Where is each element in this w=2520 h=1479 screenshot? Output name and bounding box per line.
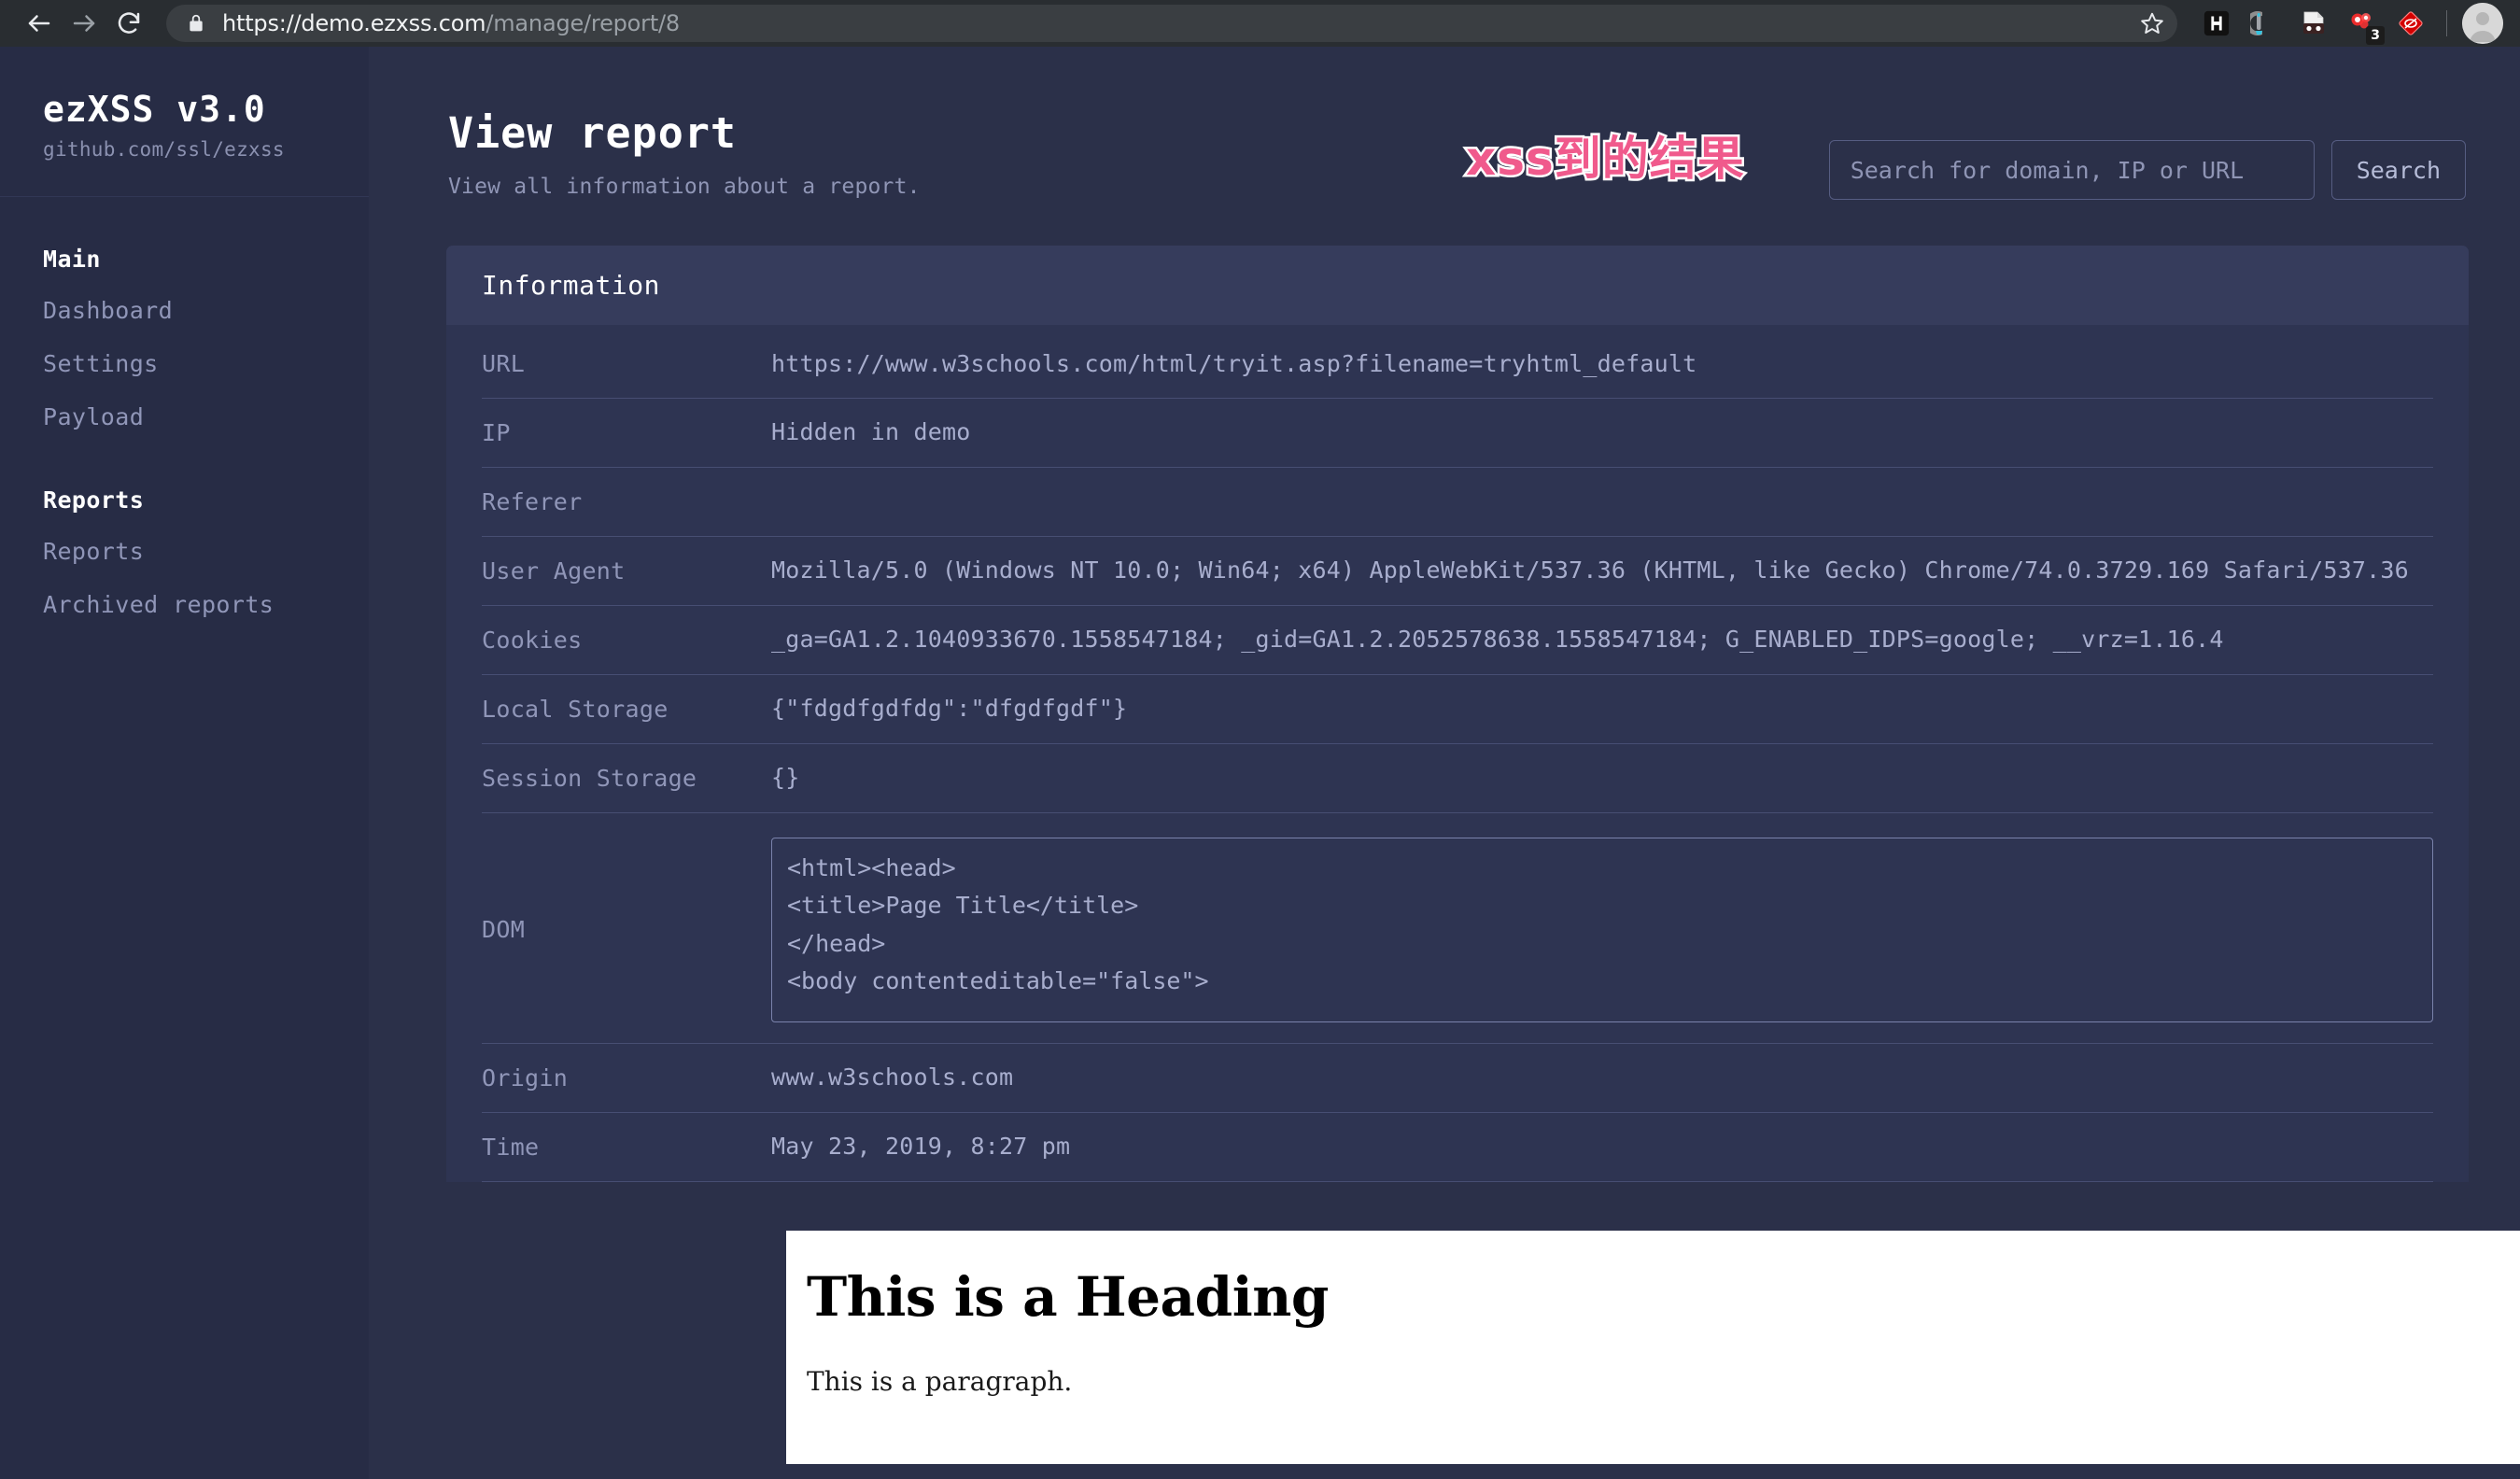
row-label-referer: Referer <box>482 487 583 515</box>
profile-avatar[interactable] <box>2462 3 2503 44</box>
row-label-origin: Origin <box>482 1063 569 1092</box>
back-arrow-icon <box>25 9 53 37</box>
table-row: Local Storage {"fdgdfgdfdg":"dfgdfgdf"} <box>482 675 2433 744</box>
row-value-session-storage: {} <box>771 764 800 792</box>
screenshot-heading: This is a Heading <box>807 1264 1329 1329</box>
row-value-cookies: _ga=GA1.2.1040933670.1558547184; _gid=GA… <box>771 626 2224 654</box>
information-card: Information URL https://www.w3schools.co… <box>446 246 2469 1182</box>
url-path: /manage/report/8 <box>486 10 680 36</box>
table-row: Time May 23, 2019, 8:27 pm <box>482 1113 2433 1182</box>
table-row: Cookies _ga=GA1.2.1040933670.1558547184;… <box>482 606 2433 675</box>
table-row: Referer <box>482 468 2433 537</box>
extensions-tray: 3 <box>2183 0 2503 47</box>
search-area: Search <box>1828 140 2466 200</box>
adblock-extension-icon[interactable]: 3 <box>2338 0 2386 47</box>
row-label-local-storage: Local Storage <box>482 695 669 723</box>
forward-arrow-icon <box>70 9 98 37</box>
search-button[interactable]: Search <box>2330 140 2466 200</box>
row-value-time: May 23, 2019, 8:27 pm <box>771 1133 1071 1161</box>
screenshot-preview: This is a Heading This is a paragraph. <box>786 1230 2520 1464</box>
app-root: ezXSS v3.0 github.com/ssl/ezxss Main Das… <box>0 47 2520 1479</box>
information-card-title: Information <box>482 270 660 301</box>
sidebar-item-dashboard[interactable]: Dashboard <box>0 284 369 337</box>
information-card-body: URL https://www.w3schools.com/html/tryit… <box>446 325 2469 1182</box>
sidebar-brand[interactable]: ezXSS v3.0 github.com/ssl/ezxss <box>0 47 369 197</box>
page-header: View report View all information about a… <box>369 47 2520 200</box>
noscript-extension-icon[interactable] <box>2386 0 2435 47</box>
brand-subtitle: github.com/ssl/ezxss <box>43 137 285 161</box>
url-host: https://demo.ezxss.com <box>222 10 486 36</box>
xss-annotation-overlay: xss到的结果 <box>1464 130 1747 189</box>
row-label-user-agent: User Agent <box>482 556 626 585</box>
page-header-text: View report View all information about a… <box>448 112 921 199</box>
adblock-badge-count: 3 <box>2366 26 2385 45</box>
sidebar-nav: Main Dashboard Settings Payload Reports … <box>0 197 369 631</box>
row-value-origin: www.w3schools.com <box>771 1063 1014 1092</box>
sidebar: ezXSS v3.0 github.com/ssl/ezxss Main Das… <box>0 47 369 1479</box>
dom-textarea[interactable] <box>771 837 2433 1022</box>
forward-button[interactable] <box>62 1 106 46</box>
proxy-switcher-extension-icon[interactable] <box>2289 0 2338 47</box>
toolbar-divider <box>2446 10 2447 36</box>
address-bar[interactable]: https://demo.ezxss.com/manage/report/8 <box>166 5 2177 42</box>
table-row-dom: DOM <box>482 813 2433 1044</box>
back-button[interactable] <box>17 1 62 46</box>
row-label-ip: IP <box>482 418 511 446</box>
row-label-cookies: Cookies <box>482 626 583 654</box>
main-content: View report View all information about a… <box>369 47 2520 1479</box>
screenshot-preview-wrap: This is a Heading This is a paragraph. <box>369 1230 2520 1464</box>
sidebar-item-reports[interactable]: Reports <box>0 525 369 578</box>
lock-icon <box>187 13 205 34</box>
page-subtitle: View all information about a report. <box>448 175 921 199</box>
brand-title: ezXSS v3.0 <box>43 89 266 130</box>
row-value-local-storage: {"fdgdfgdfdg":"dfgdfgdf"} <box>771 695 1128 723</box>
table-row: IP Hidden in demo <box>482 399 2433 468</box>
sidebar-item-settings[interactable]: Settings <box>0 337 369 390</box>
table-row: Session Storage {} <box>482 744 2433 813</box>
nav-group-reports-title: Reports <box>43 486 145 514</box>
row-value-user-agent: Mozilla/5.0 (Windows NT 10.0; Win64; x64… <box>771 556 2409 585</box>
address-bar-url: https://demo.ezxss.com/manage/report/8 <box>222 10 680 36</box>
sidebar-item-archived-reports[interactable]: Archived reports <box>0 578 369 631</box>
reload-button[interactable] <box>106 1 151 46</box>
table-row: URL https://www.w3schools.com/html/tryit… <box>482 325 2433 399</box>
row-label-session-storage: Session Storage <box>482 764 697 792</box>
table-row: Origin www.w3schools.com <box>482 1044 2433 1113</box>
wappalyzer-extension-icon[interactable] <box>2241 0 2289 47</box>
sidebar-item-payload[interactable]: Payload <box>0 390 369 444</box>
search-input[interactable] <box>1828 140 2315 200</box>
row-value-url: https://www.w3schools.com/html/tryit.asp… <box>771 350 1697 377</box>
information-card-header: Information <box>446 246 2469 325</box>
row-label-dom: DOM <box>482 916 526 943</box>
table-row: User Agent Mozilla/5.0 (Windows NT 10.0;… <box>482 537 2433 606</box>
row-label-time: Time <box>482 1133 540 1161</box>
reload-icon <box>115 9 143 37</box>
nav-group-main-title: Main <box>43 245 101 273</box>
page-title: View report <box>448 108 738 158</box>
hackbar-extension-icon[interactable] <box>2192 0 2241 47</box>
row-value-ip: Hidden in demo <box>771 418 971 446</box>
browser-toolbar: https://demo.ezxss.com/manage/report/8 3 <box>0 0 2520 47</box>
screenshot-paragraph: This is a paragraph. <box>807 1366 1073 1398</box>
bookmark-star-icon[interactable] <box>2136 7 2168 39</box>
row-label-url: URL <box>482 350 526 378</box>
